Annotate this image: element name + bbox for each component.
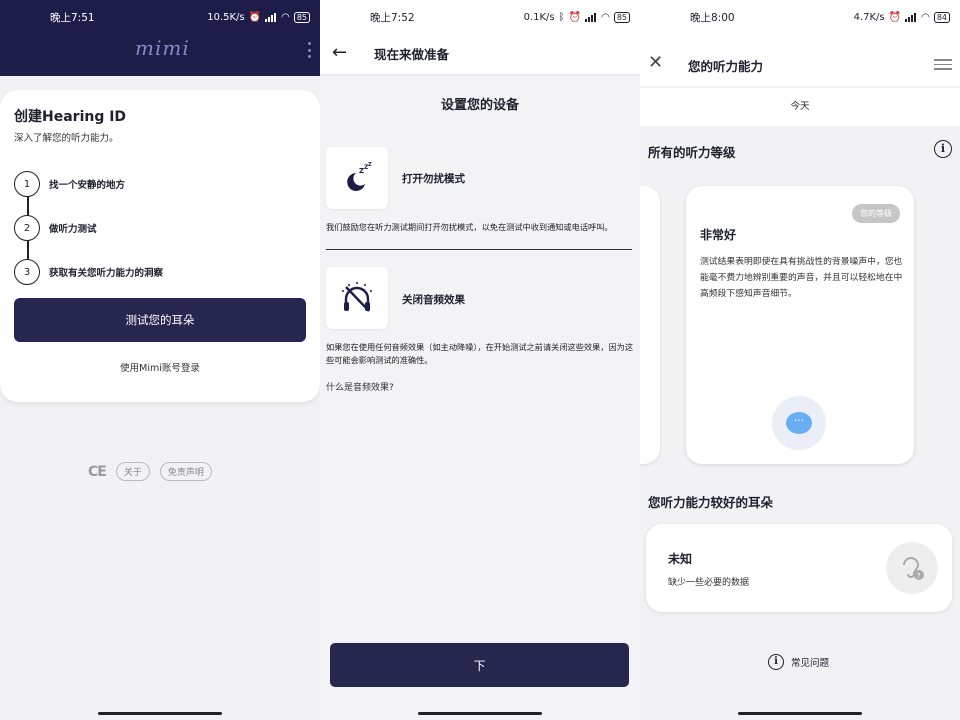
close-icon[interactable]: ✕: [648, 52, 663, 73]
screen-prepare: 晚上7:52 0.1K/s ᛒ ⏰ ◠ 85 ← 现在来做准备 设置您的设备 Z…: [320, 0, 640, 720]
signal-icon: [265, 12, 277, 22]
ear-unknown-icon: ?: [886, 542, 938, 594]
divider: [326, 249, 632, 250]
alarm-icon: ⏰: [888, 11, 902, 23]
section-heading: 设置您的设备: [440, 98, 519, 113]
gesture-bar: [738, 712, 862, 715]
dnd-label: 打开勿扰模式: [402, 173, 465, 185]
gesture-bar: [418, 712, 542, 715]
card-subtitle: 深入了解您的听力能力。: [14, 133, 119, 144]
list-menu-icon[interactable]: [934, 56, 952, 73]
tab-today[interactable]: 今天: [640, 88, 960, 126]
app-header: 晚上7:52 0.1K/s ᛒ ⏰ ◠ 85 ← 现在来做准备: [320, 0, 640, 74]
battery-icon: 84: [933, 11, 950, 23]
what-is-audio-effects-link[interactable]: 什么是音频效果?: [326, 380, 394, 393]
audio-effects-description: 如果您在使用任何音频效果（如主动降噪），在开始测试之前请关闭这些效果，因为这些可…: [326, 342, 634, 365]
dnd-description: 我们鼓励您在听力测试期间打开勿扰模式，以免在测试中收到通知或电话呼叫。: [326, 222, 613, 232]
step-label: 做听力测试: [49, 224, 97, 235]
audio-effect-off-icon: [326, 267, 388, 329]
battery-icon: 85: [613, 11, 630, 23]
hearing-id-card: 创建Hearing ID 深入了解您的听力能力。 1 找一个安静的地方 2 做听…: [0, 90, 320, 402]
step-label: 获取有关您听力能力的洞察: [49, 268, 164, 279]
your-grade-badge: 您的等级: [852, 204, 900, 223]
network-speed: 4.7K/s: [853, 11, 885, 23]
step-3: 3 获取有关您听力能力的洞察: [14, 250, 163, 294]
status-time: 晚上8:00: [690, 11, 735, 24]
step-number: 1: [14, 171, 40, 197]
ear-title: 未知: [668, 552, 693, 566]
steps-list: 1 找一个安静的地方 2 做听力测试 3 获取有关您听力能力的洞察: [14, 162, 163, 294]
status-bar: 晚上7:51 10.5K/s ⏰ ◠ 85: [0, 0, 320, 34]
step-number: 3: [14, 259, 40, 285]
screen-create-hearing-id: 晚上7:51 10.5K/s ⏰ ◠ 85 mimi 创建Hearing ID …: [0, 0, 320, 720]
back-arrow-icon[interactable]: ←: [332, 42, 347, 63]
faq-label: 常见问题: [791, 658, 830, 669]
mimi-login-link[interactable]: 使用Mimi账号登录: [0, 360, 320, 374]
more-menu-icon[interactable]: [306, 42, 312, 58]
screen-hearing-ability: 晚上8:00 4.7K/s ⏰ ◠ 84 ✕ 您的听力能力 今天 所有的听力等级…: [640, 0, 960, 720]
app-header: 晚上7:51 10.5K/s ⏰ ◠ 85 mimi: [0, 0, 320, 76]
step-number: 2: [14, 215, 40, 241]
info-icon: i: [768, 654, 784, 670]
ce-mark: CE: [88, 463, 107, 480]
alarm-icon: ⏰: [568, 11, 582, 23]
info-icon[interactable]: i: [934, 140, 952, 158]
svg-text:Z: Z: [368, 162, 372, 168]
wifi-icon: ◠: [921, 11, 930, 23]
step-1: 1 找一个安静的地方: [14, 162, 163, 206]
card-title: 创建Hearing ID: [14, 109, 127, 125]
wifi-icon: ◠: [281, 11, 290, 23]
grade-card[interactable]: 您的等级 非常好 测试结果表明即使在具有挑战性的背景噪声中，您也能毫不费力地辨别…: [686, 186, 914, 464]
about-button[interactable]: 关于: [115, 462, 150, 481]
section-hearing-levels: 所有的听力等级: [648, 145, 736, 160]
chat-bubble-dots: ···: [786, 412, 812, 434]
next-button[interactable]: 下: [330, 643, 629, 687]
bluetooth-icon: ᛒ: [558, 11, 565, 23]
better-ear-card[interactable]: 未知 缺少一些必要的数据 ?: [646, 524, 952, 612]
page-title: 现在来做准备: [374, 47, 450, 62]
page-title: 您的听力能力: [688, 59, 764, 74]
network-speed: 10.5K/s: [207, 11, 245, 23]
previous-grade-card[interactable]: [640, 186, 660, 464]
app-header: 晚上8:00 4.7K/s ⏰ ◠ 84 ✕ 您的听力能力: [640, 0, 960, 86]
status-time: 晚上7:51: [50, 11, 95, 24]
section-better-ear: 您听力能力较好的耳朵: [648, 495, 774, 510]
alarm-icon: ⏰: [248, 11, 262, 23]
test-ears-button[interactable]: 测试您的耳朵: [14, 298, 306, 342]
svg-text:?: ?: [917, 572, 921, 580]
chat-bubble-icon[interactable]: ···: [772, 396, 826, 450]
grade-title: 非常好: [700, 228, 737, 242]
grade-description: 测试结果表明即使在具有挑战性的背景噪声中，您也能毫不费力地辨别重要的声音，并且可…: [700, 257, 903, 299]
footer: CE 关于 免责声明: [88, 462, 212, 481]
wifi-icon: ◠: [601, 11, 610, 23]
status-bar: 晚上7:52 0.1K/s ᛒ ⏰ ◠ 85: [320, 0, 640, 34]
faq-link[interactable]: i 常见问题: [768, 654, 829, 670]
disclaimer-button[interactable]: 免责声明: [159, 462, 212, 481]
step-label: 找一个安静的地方: [49, 180, 126, 191]
network-speed: 0.1K/s: [523, 11, 555, 23]
audio-effects-label: 关闭音频效果: [402, 294, 465, 306]
status-time: 晚上7:52: [370, 11, 415, 24]
step-2: 2 做听力测试: [14, 206, 163, 250]
gesture-bar: [98, 712, 222, 715]
battery-icon: 85: [293, 11, 310, 23]
mimi-logo: mimi: [135, 36, 190, 60]
signal-icon: [905, 12, 917, 22]
ear-description: 缺少一些必要的数据: [668, 578, 750, 588]
moon-icon: Z Z Z: [326, 147, 388, 209]
status-bar: 晚上8:00 4.7K/s ⏰ ◠ 84: [640, 0, 960, 34]
signal-icon: [585, 12, 597, 22]
